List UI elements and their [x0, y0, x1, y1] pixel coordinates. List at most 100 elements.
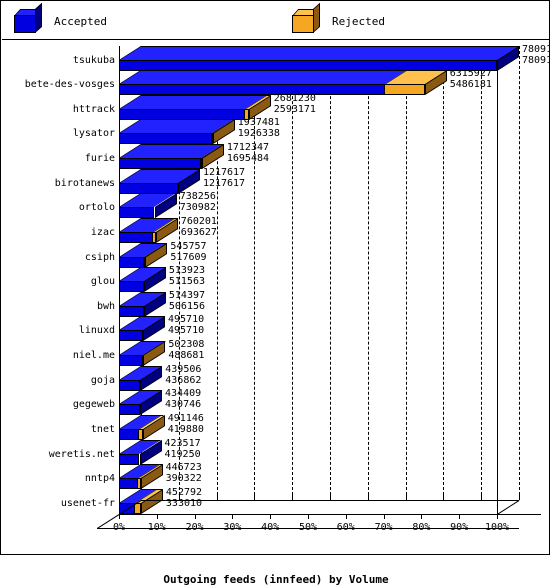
bar-segment-rejected	[243, 108, 249, 120]
value-rejected: 390322	[165, 473, 202, 485]
bar-segment-accepted	[119, 281, 144, 293]
category-label: tsukuba	[72, 54, 115, 66]
value-accepted: 7809146	[522, 43, 550, 55]
bar-value-labels: 439506 436862	[165, 364, 201, 386]
value-accepted: 446723	[165, 462, 202, 474]
chart-plot-area: usenet-fr 452792 333010 nntp4 446723 390322 we…	[2, 40, 550, 586]
value-accepted: 439506	[165, 363, 202, 375]
category-label: linuxd	[78, 325, 115, 337]
value-accepted: 502308	[168, 339, 205, 351]
bar-value-labels: 1937481 1926338	[238, 117, 280, 139]
stacked-bar	[119, 94, 271, 120]
x-tick-70	[383, 514, 385, 519]
bar-value-labels: 1712347 1695484	[227, 142, 269, 164]
value-rejected: 436862	[165, 374, 202, 386]
bar-value-labels: 495710 495710	[168, 314, 204, 336]
x-tick-back-80	[443, 495, 445, 500]
value-rejected: 693627	[180, 226, 217, 238]
gridline-80	[443, 46, 445, 500]
bar-segment-rejected	[211, 133, 214, 145]
bar-segment-accepted	[119, 108, 245, 120]
bar-segment-rejected	[136, 478, 141, 490]
stacked-bar	[119, 415, 165, 441]
value-rejected: 7809146	[522, 54, 550, 66]
category-label: usenet-fr	[60, 497, 115, 509]
bar-top-accepted	[119, 45, 519, 60]
stacked-bar	[119, 242, 168, 268]
legend-label-accepted: Accepted	[54, 14, 107, 28]
cube-side-face	[313, 2, 320, 33]
bar-segment-accepted	[119, 133, 213, 145]
x-tick-50	[308, 514, 309, 519]
category-label: niel.me	[72, 350, 115, 362]
x-tick-back-40	[292, 495, 294, 500]
bar-segment-accepted	[119, 256, 145, 268]
value-rejected: 488681	[168, 350, 205, 362]
value-accepted: 513923	[168, 265, 205, 277]
cube-front-face	[292, 15, 314, 33]
bar-segment-rejected	[383, 84, 425, 96]
value-rejected: 1926338	[237, 128, 280, 140]
chart-window: Accepted Rejected usenet-fr 452792 333010 n…	[0, 0, 550, 586]
bar-segment-accepted	[119, 182, 178, 194]
bar-segment-accepted	[119, 158, 202, 170]
value-rejected: 1695484	[226, 153, 270, 165]
stacked-bar	[119, 267, 166, 293]
chart-canvas: usenet-fr 452792 333010 nntp4 446723 390322 we…	[2, 40, 550, 555]
stacked-bar	[119, 119, 236, 145]
value-accepted: 514397	[168, 289, 206, 301]
stacked-bar	[119, 144, 225, 170]
x-tick-80	[421, 514, 423, 519]
category-label: tnet	[90, 424, 115, 436]
bar-segment-accepted	[119, 453, 140, 465]
x-tick-10	[156, 514, 158, 519]
bar-segment-accepted	[119, 207, 155, 219]
value-rejected: 419880	[167, 424, 204, 436]
floor-right-edge	[497, 500, 520, 515]
gridline-90	[481, 46, 483, 500]
bar-value-labels: 738256 730982	[180, 191, 216, 213]
value-rejected: 2593171	[273, 103, 316, 115]
x-tick-90	[459, 514, 461, 519]
bar-value-labels: 760201 693627	[181, 216, 217, 238]
bar-segment-accepted	[119, 305, 144, 317]
bar-segment-rejected	[143, 256, 146, 268]
bar-value-labels: 423517 419250	[165, 438, 201, 460]
x-tick-back-20	[216, 495, 218, 500]
bar-segment-accepted	[119, 429, 140, 441]
bar-segment-accepted	[119, 84, 385, 96]
x-tick-back-70	[405, 495, 407, 500]
floor-front-edge	[97, 528, 519, 529]
gridline-50	[330, 46, 331, 500]
bar-segment-rejected	[200, 158, 203, 170]
bar-segment-accepted	[119, 379, 141, 391]
category-label: goja	[90, 374, 115, 386]
bar-value-labels: 545757 517609	[170, 241, 206, 263]
bar-value-labels: 502308 488681	[168, 339, 204, 361]
cube-side-face	[35, 2, 42, 33]
cube-icon	[14, 2, 43, 33]
legend-item-rejected: Rejected	[292, 2, 385, 40]
value-accepted: 452792	[165, 486, 203, 498]
category-label: csiph	[84, 251, 115, 263]
category-label: lysator	[72, 128, 115, 140]
stacked-bar	[119, 168, 200, 194]
x-tick-back-10	[178, 495, 180, 500]
value-accepted: 491146	[167, 413, 204, 425]
bar-value-labels: 1217617 1217617	[203, 167, 245, 189]
category-label: furie	[84, 153, 115, 165]
gridline-70	[405, 46, 407, 500]
category-label: ortolo	[78, 202, 115, 214]
plot-right-border	[497, 46, 498, 514]
bar-value-labels: 446723 390322	[166, 462, 202, 484]
category-label: bete-des-vosges	[24, 79, 115, 91]
value-rejected: 517609	[170, 251, 207, 263]
value-rejected: 511563	[168, 276, 205, 288]
x-tick-40	[270, 514, 272, 519]
category-label: bwh	[96, 300, 115, 312]
value-rejected: 1217617	[202, 177, 246, 189]
legend-label-rejected: Rejected	[332, 14, 385, 28]
category-label: birotanews	[54, 177, 115, 189]
value-rejected: 5486181	[449, 79, 492, 91]
bar-value-labels: 434409 430746	[165, 388, 201, 410]
